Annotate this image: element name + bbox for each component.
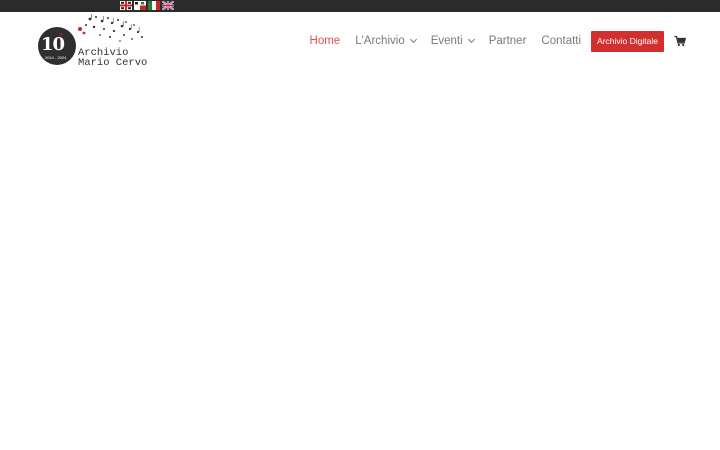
loading-spinner bbox=[345, 206, 366, 226]
chevron-down-icon bbox=[409, 35, 417, 44]
nav-partner[interactable]: Partner bbox=[489, 35, 527, 47]
logo-degree: ° bbox=[59, 31, 63, 41]
language-switcher bbox=[120, 1, 174, 10]
nav-eventi[interactable]: Eventi bbox=[430, 35, 475, 47]
chevron-down-icon bbox=[467, 35, 475, 44]
flag-italy-icon[interactable] bbox=[148, 1, 160, 10]
nav-contatti[interactable]: Contatti bbox=[541, 35, 581, 47]
logo-title: Archivio Mario Cervo bbox=[78, 48, 148, 69]
main-nav: Home L'Archivio Eventi Partner Contatti … bbox=[295, 30, 686, 52]
logo-line-2: Mario Cervo bbox=[78, 57, 148, 69]
nav-archivio-label: L'Archivio bbox=[355, 35, 405, 47]
nav-archivio[interactable]: L'Archivio bbox=[355, 35, 417, 47]
site-logo[interactable]: 10 ° 2014 - 2024 Archivio Mario Cervo bbox=[36, 13, 151, 73]
flag-uk-icon[interactable] bbox=[162, 1, 174, 10]
flag-sardinia-alt-icon[interactable] bbox=[134, 1, 146, 10]
nav-home[interactable]: Home bbox=[310, 35, 341, 47]
shopping-cart-icon[interactable] bbox=[674, 35, 686, 47]
archivio-digitale-button[interactable]: Archivio Digitale bbox=[591, 30, 664, 52]
top-bar bbox=[0, 0, 720, 12]
nav-eventi-label: Eventi bbox=[430, 35, 463, 47]
flag-sardinia-icon[interactable] bbox=[120, 1, 132, 10]
logo-years: 2014 - 2024 bbox=[45, 55, 67, 60]
